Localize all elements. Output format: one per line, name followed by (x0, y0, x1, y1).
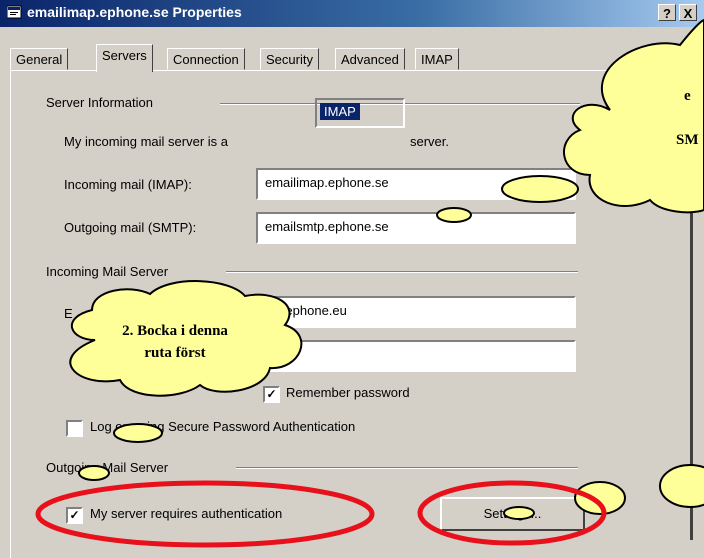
callout-right-line1: e (684, 88, 691, 104)
callout-bubble (113, 423, 163, 443)
callout-cloud-right (563, 18, 704, 214)
callout-bubble (501, 175, 579, 203)
callout-left-line1: 2. Bocka i denna (122, 323, 228, 339)
annotation-overlay (35, 18, 704, 548)
callout-left-line2: ruta först (144, 345, 206, 361)
callout-bubble (503, 506, 535, 520)
callout-left-text: 2. Bocka i denna ruta först (95, 320, 255, 364)
callout-bubble (78, 465, 110, 481)
tab-servers[interactable]: Servers (96, 44, 153, 72)
callout-bubble (659, 464, 704, 508)
callout-bubble (436, 207, 472, 223)
highlight-auth-ellipse (35, 480, 375, 548)
callout-right-line2: SM (676, 132, 699, 148)
callout-bubble (574, 481, 626, 515)
